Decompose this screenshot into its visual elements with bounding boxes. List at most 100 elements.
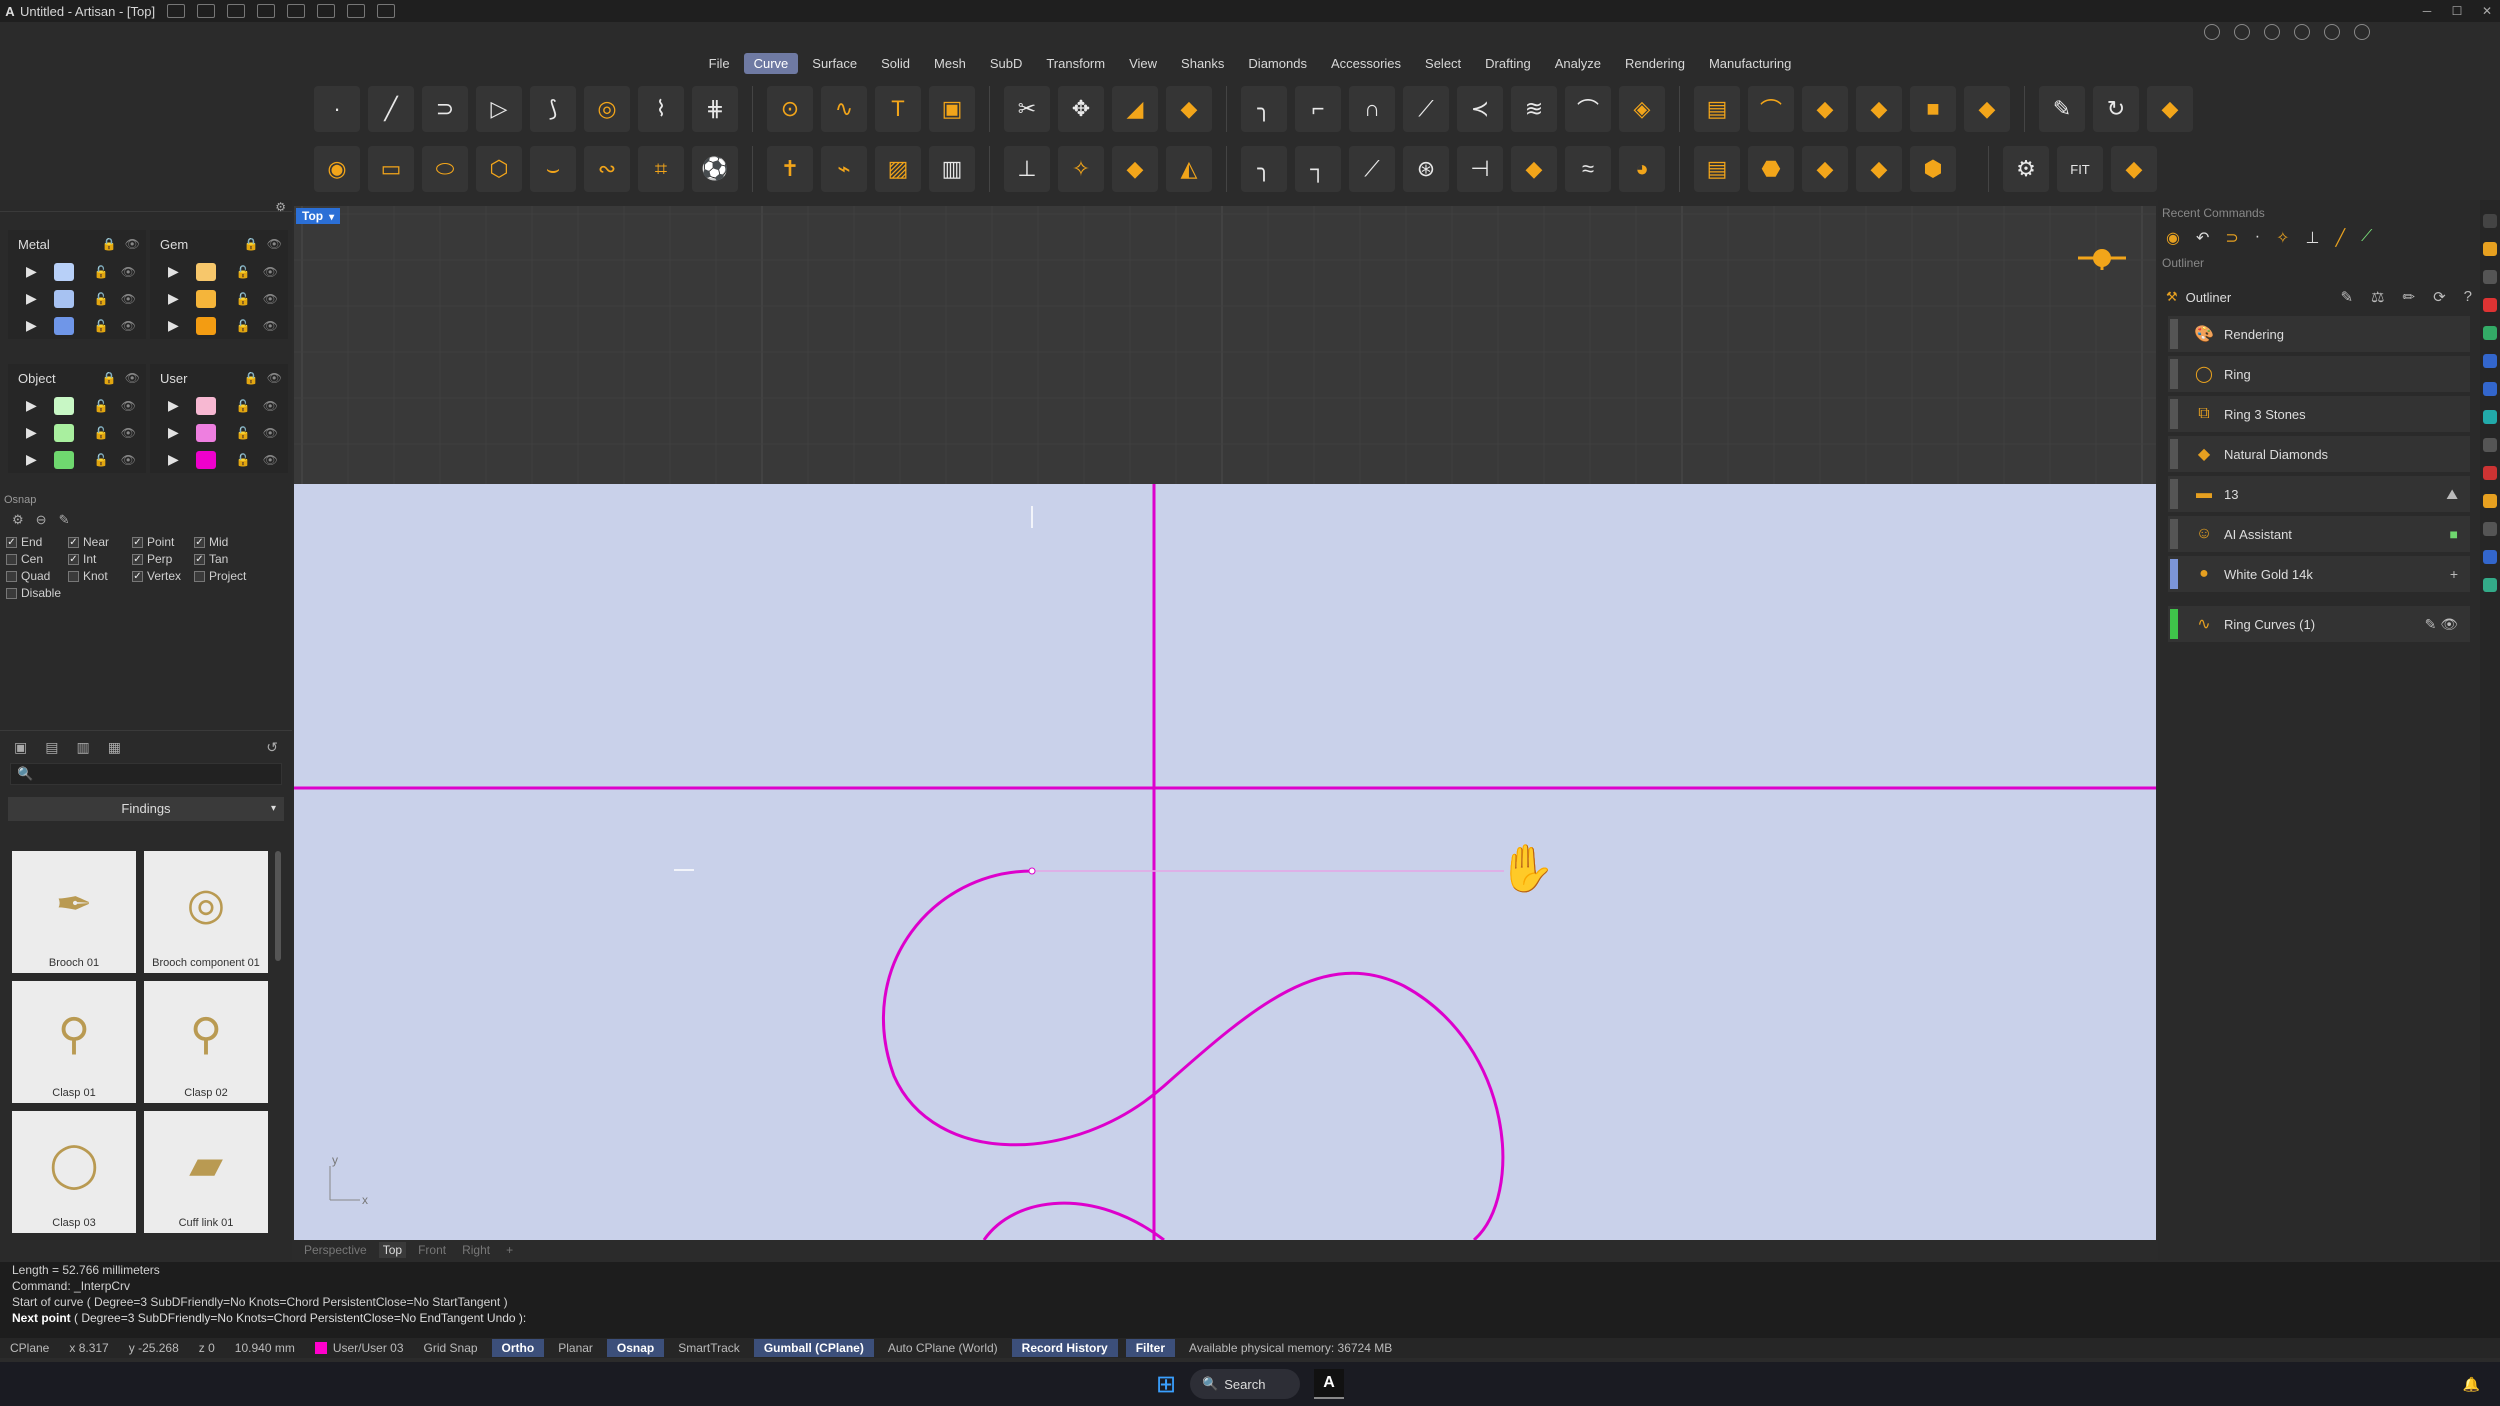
library-item[interactable]: ⚲ Clasp 01 (12, 981, 136, 1103)
loft-tool-icon[interactable]: ◆ (1856, 86, 1902, 132)
outliner-row-action-icon[interactable]: + (2450, 566, 2458, 582)
color-swatch[interactable] (196, 289, 216, 308)
help-icon[interactable] (2294, 24, 2310, 40)
ortho-toggle[interactable]: Ortho (491, 1339, 545, 1357)
layer-row[interactable]: ▶ 🔓 👁 (150, 258, 288, 285)
circle-tool-icon[interactable]: ◉ (314, 146, 360, 192)
recent-line-icon[interactable]: ╱ (2335, 228, 2345, 247)
lock-icon[interactable]: 🔒 (244, 237, 259, 251)
new-file-icon[interactable] (167, 4, 186, 18)
link-icon[interactable] (2324, 24, 2340, 40)
sweep-tool-icon[interactable]: ◆ (1964, 86, 2010, 132)
outliner-row[interactable]: ◆ Natural Diamonds (2168, 436, 2470, 472)
polyline-edit-tool-icon[interactable]: ⟋ (1349, 146, 1395, 192)
lock-icon[interactable]: 🔓 (236, 426, 251, 440)
lock-icon[interactable]: 🔓 (94, 319, 109, 333)
explode-tool-icon[interactable]: ✧ (1058, 146, 1104, 192)
recent-point-icon[interactable]: · (2255, 228, 2260, 245)
strip-icon[interactable] (2483, 382, 2497, 396)
eye-icon[interactable]: 👁 (125, 371, 140, 385)
layers-icon[interactable] (2264, 24, 2280, 40)
color-swatch[interactable] (54, 450, 74, 469)
layer-row[interactable]: ▶ 🔓 👁 (150, 446, 288, 473)
command-area[interactable]: Length = 52.766 millimeters Command: _In… (0, 1262, 2500, 1338)
picture-tool-icon[interactable]: ▥ (929, 146, 975, 192)
recent-curve-icon[interactable]: ⊃ (2225, 228, 2238, 247)
eye-icon[interactable]: 👁 (121, 453, 136, 467)
alert-icon[interactable] (2234, 24, 2250, 40)
folder-icon[interactable] (227, 4, 246, 18)
osnap-checkbox[interactable]: ✓ (132, 570, 143, 582)
outliner-row-action-icon[interactable]: ✎ 👁 (2425, 616, 2458, 633)
strip-icon[interactable] (2483, 410, 2497, 424)
line-tool-icon[interactable]: ╱ (368, 86, 414, 132)
extend-tool-icon[interactable]: ◢ (1112, 86, 1158, 132)
play-icon[interactable]: ▶ (168, 290, 188, 307)
osnap-option[interactable]: ✓ Near (68, 534, 132, 550)
library-item[interactable]: ◯ Clasp 03 (12, 1111, 136, 1233)
split-tool-icon[interactable]: ✥ (1058, 86, 1104, 132)
interp-curve-tool-icon[interactable]: ⟆ (530, 86, 576, 132)
redo-icon[interactable] (287, 4, 306, 18)
match-tool-icon[interactable]: ⟋ (1403, 86, 1449, 132)
menu-drafting[interactable]: Drafting (1475, 53, 1541, 74)
strip-icon[interactable] (2483, 438, 2497, 452)
layers-panel-grip[interactable]: ⚙ (0, 200, 292, 214)
text-tool-icon[interactable]: T (875, 86, 921, 132)
eye-icon[interactable]: 👁 (121, 319, 136, 333)
save-as-icon[interactable] (347, 4, 366, 18)
grid-snap-toggle[interactable]: Grid Snap (414, 1341, 488, 1355)
lock-icon[interactable]: 🔓 (94, 426, 109, 440)
color-swatch[interactable] (54, 289, 74, 308)
command-prompt[interactable]: Next point ( Degree=3 SubDFriendly=No Kn… (0, 1310, 2500, 1326)
color-swatch[interactable] (54, 262, 74, 281)
osnap-checkbox[interactable] (6, 570, 17, 582)
planar-toggle[interactable]: Planar (548, 1341, 603, 1355)
snap-wand-icon[interactable]: ✎ (59, 512, 70, 528)
eyedropper-icon[interactable]: ✎ (2340, 288, 2353, 306)
layer-row[interactable]: ▶ 🔓 👁 (150, 312, 288, 339)
strip-icon[interactable] (2483, 270, 2497, 284)
corner-square-tool-icon[interactable]: ┐ (1295, 146, 1341, 192)
lock-icon[interactable]: 🔒 (102, 237, 117, 251)
rectangle-tool-icon[interactable]: ▭ (368, 146, 414, 192)
eye-icon[interactable]: 👁 (263, 399, 278, 413)
play-icon[interactable]: ▶ (168, 263, 188, 280)
notification-bell-icon[interactable]: 🔔 (2463, 1376, 2480, 1393)
play-icon[interactable]: ▶ (26, 317, 46, 334)
info-icon[interactable] (2204, 24, 2220, 40)
osnap-option[interactable]: Project (194, 568, 274, 584)
strip-icon[interactable] (2483, 242, 2497, 256)
osnap-checkbox[interactable] (194, 570, 205, 582)
tab-right[interactable]: Right (458, 1242, 494, 1258)
play-icon[interactable]: ▶ (168, 317, 188, 334)
arc-tool-icon[interactable]: ⌣ (530, 146, 576, 192)
curve-tool-icon[interactable]: ⊃ (422, 86, 468, 132)
lock-icon[interactable]: 🔒 (244, 371, 259, 385)
play-icon[interactable]: ▶ (26, 263, 46, 280)
layer-row[interactable]: ▶ 🔓 👁 (8, 285, 146, 312)
ring-band-tool-icon[interactable]: ▤ (1694, 146, 1740, 192)
render-tool-icon[interactable]: ◆ (2111, 146, 2157, 192)
outliner-row[interactable]: ☺ AI Assistant ■ (2168, 516, 2470, 552)
strip-icon[interactable] (2483, 326, 2497, 340)
osnap-checkbox[interactable]: ✓ (194, 553, 205, 565)
tab-top[interactable]: Top (378, 1242, 407, 1258)
lock-icon[interactable]: 🔓 (236, 292, 251, 306)
osnap-checkbox[interactable]: ✓ (132, 536, 143, 548)
image-trace-tool-icon[interactable]: ▨ (875, 146, 921, 192)
outliner-tab[interactable]: Outliner (2186, 290, 2232, 305)
auto-cplane-toggle[interactable]: Auto CPlane (World) (878, 1341, 1008, 1355)
command-prompt-options[interactable]: ( Degree=3 SubDFriendly=No Knots=Chord P… (74, 1311, 526, 1325)
outliner-row[interactable]: ◯ Ring (2168, 356, 2470, 392)
recent-polyline-icon[interactable]: ⟋ (2361, 228, 2372, 245)
lock-icon[interactable]: 🔓 (236, 453, 251, 467)
open-file-icon[interactable] (197, 4, 216, 18)
ring-rail-tool-icon[interactable]: ▤ (1694, 86, 1740, 132)
polygon-tool-icon[interactable]: ⬡ (476, 146, 522, 192)
osnap-checkbox[interactable] (6, 587, 17, 599)
osnap-checkbox[interactable]: ✓ (6, 536, 17, 548)
fit-view-icon[interactable]: FIT (2057, 146, 2103, 192)
osnap-checkbox[interactable]: ✓ (68, 553, 79, 565)
eye-icon[interactable]: 👁 (121, 426, 136, 440)
